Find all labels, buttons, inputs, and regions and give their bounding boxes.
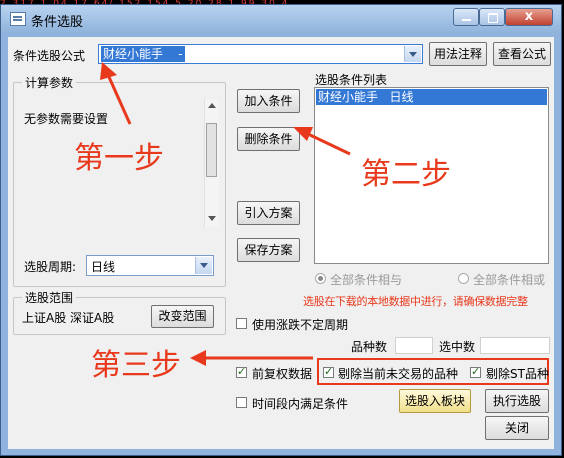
maximize-button[interactable] <box>479 8 505 26</box>
window-app-icon <box>10 12 26 26</box>
step3-annotation: 第三步 <box>91 348 181 383</box>
step3-arrowhead <box>190 350 206 366</box>
window-title: 条件选股 <box>31 15 84 30</box>
condition-select-dialog: 条件选股 x 条件选股公式 财经小能手 - 用法注释 查看公式 计算参数 无参数… <box>0 4 562 456</box>
step1-annotation: 第一步 <box>74 141 164 176</box>
close-icon: x <box>524 9 534 24</box>
step1-arrowhead <box>100 62 117 80</box>
step1-arrow-line <box>107 76 132 125</box>
title-bar[interactable]: 条件选股 x <box>1 5 561 33</box>
dialog-body: 条件选股公式 财经小能手 - 用法注释 查看公式 计算参数 无参数需要设置 选股… <box>8 37 554 449</box>
step2-annotation: 第二步 <box>361 157 451 192</box>
step2-arrowhead <box>293 127 313 141</box>
minimize-button[interactable] <box>453 8 479 26</box>
close-window-button[interactable]: x <box>505 8 553 26</box>
step2-arrow-line <box>307 132 351 156</box>
annotation-arrows <box>100 62 351 366</box>
